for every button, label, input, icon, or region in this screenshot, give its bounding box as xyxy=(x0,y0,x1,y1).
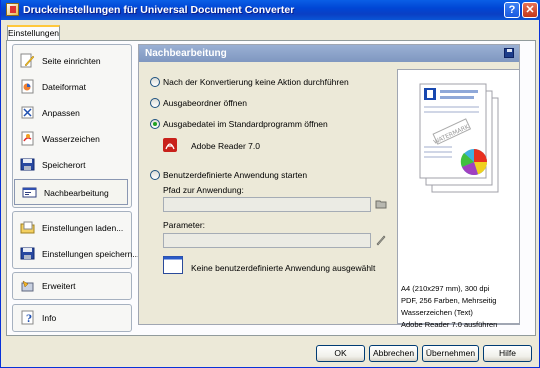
tab-settings[interactable]: Einstellungen xyxy=(7,25,60,41)
close-button[interactable]: ✕ xyxy=(522,2,538,18)
app-path-input[interactable] xyxy=(163,197,371,212)
save-location-icon xyxy=(20,158,35,171)
app-icon xyxy=(6,3,19,16)
nav-group-settings: Einstellungen laden... Einstellungen spe… xyxy=(12,211,139,269)
path-label: Pfad zur Anwendung: xyxy=(163,185,244,195)
nav-label: Info xyxy=(42,313,57,323)
ok-button[interactable]: OK xyxy=(316,345,365,362)
nav-item-save-location[interactable]: Speicherort xyxy=(13,152,131,178)
nav-item-advanced[interactable]: Erweitert xyxy=(13,273,131,299)
apply-button[interactable]: Übernehmen xyxy=(422,345,479,362)
radio-no-action[interactable] xyxy=(150,77,160,87)
help-button[interactable]: ? xyxy=(504,2,520,18)
nav-group-main: Seite einrichten Dateiformat Anpassen Wa… xyxy=(12,44,132,208)
pencil-page-icon xyxy=(20,53,35,68)
dialog-window: Druckeinstellungen für Universal Documen… xyxy=(0,0,540,368)
advanced-icon xyxy=(21,280,34,292)
load-settings-icon xyxy=(20,221,35,234)
adjust-icon xyxy=(21,106,34,119)
nav-label: Nachbearbeitung xyxy=(44,188,109,198)
window-title: Druckeinstellungen für Universal Documen… xyxy=(23,4,295,16)
nav-label: Erweitert xyxy=(42,281,76,291)
preview-info-line: A4 (210x297 mm), 300 dpi xyxy=(401,284,490,293)
post-processing-panel: Nachbearbeitung Nach der Konvertierung k… xyxy=(138,44,520,329)
nav-item-info[interactable]: ? Info xyxy=(13,305,131,331)
preview-info-line: PDF, 256 Farben, Mehrseitig xyxy=(401,296,497,305)
nav-group-advanced: Erweitert xyxy=(12,272,132,300)
no-custom-app-text: Keine benutzerdefinierte Anwendung ausge… xyxy=(191,263,376,273)
watermark-icon xyxy=(21,131,34,146)
nav-group-info: ? Info xyxy=(12,304,132,332)
post-processing-icon xyxy=(22,187,37,198)
radio-open-output-folder-label[interactable]: Ausgabeordner öffnen xyxy=(163,98,247,108)
nav-item-save-settings[interactable]: Einstellungen speichern... xyxy=(13,241,139,267)
edit-params-icon[interactable] xyxy=(375,234,387,246)
nav-item-file-format[interactable]: Dateiformat xyxy=(13,74,131,100)
nav-label: Dateiformat xyxy=(42,82,86,92)
cancel-button[interactable]: Abbrechen xyxy=(369,345,418,362)
nav-label: Einstellungen speichern... xyxy=(42,249,140,259)
radio-open-default-program[interactable] xyxy=(150,119,160,129)
app-window-icon xyxy=(163,256,183,274)
save-settings-icon xyxy=(20,247,35,260)
svg-text:?: ? xyxy=(26,314,32,325)
panel-header: Nachbearbeitung xyxy=(139,45,519,62)
info-icon: ? xyxy=(21,310,34,325)
radio-custom-app-label[interactable]: Benutzerdefinierte Anwendung starten xyxy=(163,170,307,180)
params-input[interactable] xyxy=(163,233,371,248)
params-label: Parameter: xyxy=(163,220,206,230)
nav-label: Speicherort xyxy=(42,160,86,170)
file-format-icon xyxy=(21,79,34,94)
preview-info-line: Adobe Reader 7.0 ausführen xyxy=(401,320,498,329)
nav-label: Seite einrichten xyxy=(42,56,101,66)
radio-open-default-program-label[interactable]: Ausgabedatei im Standardprogramm öffnen xyxy=(163,119,328,129)
nav-item-post-processing[interactable]: Nachbearbeitung xyxy=(14,179,128,205)
nav-item-page-setup[interactable]: Seite einrichten xyxy=(13,48,131,74)
nav-item-load-settings[interactable]: Einstellungen laden... xyxy=(13,215,131,241)
save-icon[interactable] xyxy=(504,48,514,58)
panel-title: Nachbearbeitung xyxy=(145,48,227,59)
nav-label: Wasserzeichen xyxy=(42,134,100,144)
radio-no-action-label[interactable]: Nach der Konvertierung keine Aktion durc… xyxy=(163,77,349,87)
radio-custom-app[interactable] xyxy=(150,170,160,180)
browse-folder-icon[interactable] xyxy=(375,198,387,210)
document-preview-image: WATERMARK xyxy=(419,83,499,193)
nav-label: Einstellungen laden... xyxy=(42,223,124,233)
nav-label: Anpassen xyxy=(42,108,80,118)
title-bar[interactable]: Druckeinstellungen für Universal Documen… xyxy=(1,0,540,20)
preview-info-line: Wasserzeichen (Text) xyxy=(401,308,473,317)
adobe-reader-icon xyxy=(163,138,177,152)
nav-item-adjust[interactable]: Anpassen xyxy=(13,100,131,126)
nav-item-watermark[interactable]: Wasserzeichen xyxy=(13,126,131,152)
radio-open-output-folder[interactable] xyxy=(150,98,160,108)
default-app-name: Adobe Reader 7.0 xyxy=(191,141,260,151)
help-dialog-button[interactable]: Hilfe xyxy=(483,345,532,362)
preview-box: WATERMARK A4 (210x297 mm), 300 dpi PDF, … xyxy=(397,69,520,329)
